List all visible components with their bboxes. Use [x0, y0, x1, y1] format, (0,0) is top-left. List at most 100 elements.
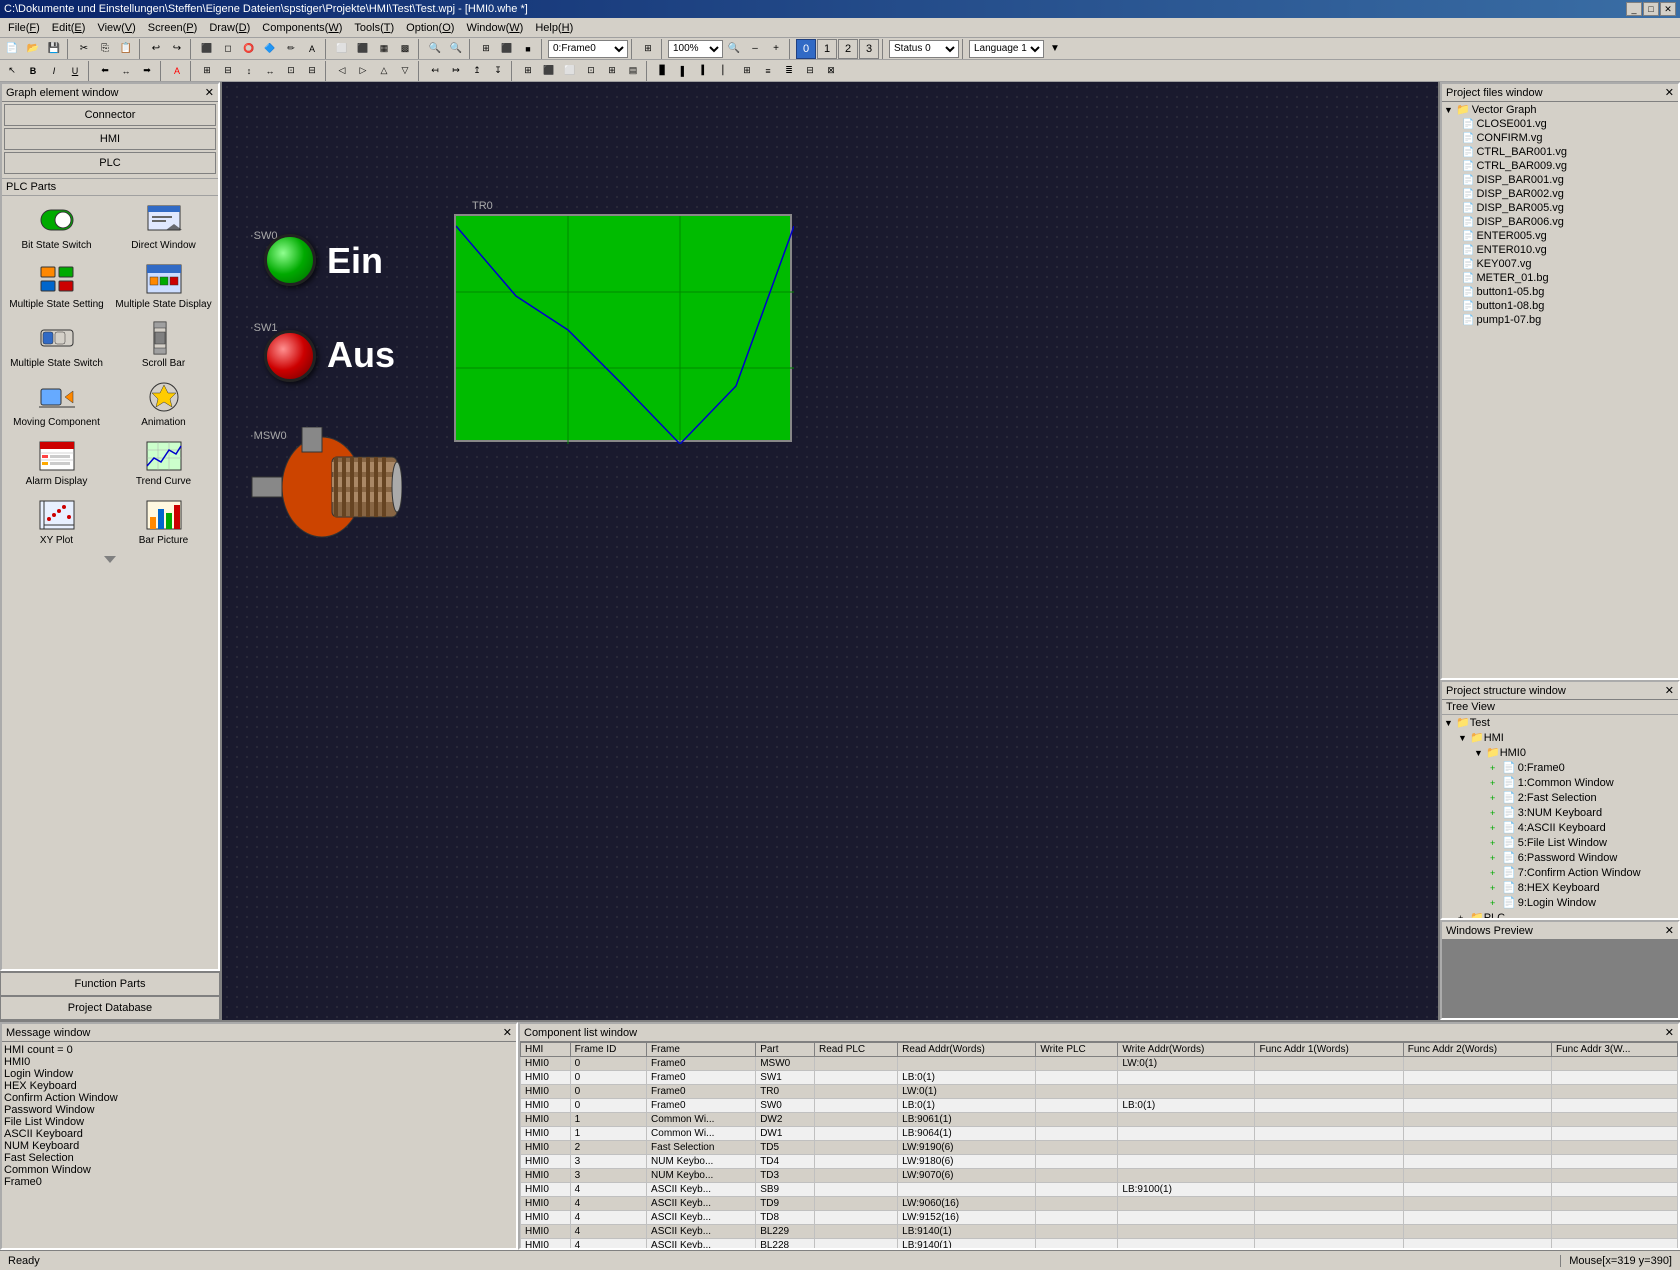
file-item[interactable]: 📄CLOSE001.vg	[1442, 117, 1678, 131]
tb2-b2[interactable]: ⊟	[218, 61, 238, 81]
tb2-f7[interactable]: ≣	[779, 61, 799, 81]
zoom-plus[interactable]: +	[766, 39, 786, 59]
tb2-b4[interactable]: ↔	[260, 61, 280, 81]
table-row[interactable]: HMI02Fast SelectionTD5LW:9190(6)	[521, 1141, 1678, 1155]
zoom-in-btn[interactable]: 🔍	[425, 39, 445, 59]
close-graph-btn[interactable]: ✕	[205, 86, 214, 99]
tree-hmi0[interactable]: ▼ 📁 HMI0	[1442, 745, 1678, 760]
language-select[interactable]: Language 1	[969, 40, 1044, 58]
tb2-d1[interactable]: ↤	[425, 61, 445, 81]
tree-root-vector-graph[interactable]: ▼ 📁 Vector Graph	[1442, 102, 1678, 117]
table-row[interactable]: HMI04ASCII Keyb...SB9LB:9100(1)	[521, 1183, 1678, 1197]
message-scroll[interactable]: HMI count = 0HMI0Login WindowHEX Keyboar…	[2, 1042, 516, 1248]
tb1-btn4[interactable]: 🔷	[260, 39, 280, 59]
file-item[interactable]: 📄CONFIRM.vg	[1442, 131, 1678, 145]
green-button[interactable]	[264, 234, 316, 286]
menu-tools[interactable]: Tools(T)	[348, 20, 400, 36]
bar-picture-item[interactable]: Bar Picture	[111, 493, 216, 550]
zoom-out-btn[interactable]: 🔍	[446, 39, 466, 59]
direct-window-item[interactable]: Direct Window	[111, 198, 216, 255]
tb2-d4[interactable]: ↧	[488, 61, 508, 81]
page-1-btn[interactable]: 1	[817, 39, 837, 59]
maximize-btn[interactable]: □	[1643, 2, 1659, 16]
tb1-btn5[interactable]: ✏	[281, 39, 301, 59]
alarm-display-item[interactable]: Alarm Display	[4, 434, 109, 491]
tb2-btn3[interactable]: I	[44, 61, 64, 81]
tb2-c2[interactable]: ▷	[353, 61, 373, 81]
tb2-b5[interactable]: ⊡	[281, 61, 301, 81]
file-item[interactable]: 📄DISP_BAR006.vg	[1442, 215, 1678, 229]
tb1-btn9[interactable]: ▦	[374, 39, 394, 59]
tree-test[interactable]: ▼ 📁 Test	[1442, 715, 1678, 730]
tb2-e2[interactable]: ⬛	[539, 61, 559, 81]
connector-btn[interactable]: Connector	[4, 104, 216, 126]
tb2-c1[interactable]: ◁	[332, 61, 352, 81]
tb1-btn3[interactable]: ⭕	[239, 39, 259, 59]
file-item[interactable]: 📄ENTER005.vg	[1442, 229, 1678, 243]
trend-chart[interactable]	[454, 214, 792, 442]
menu-components[interactable]: Components(W)	[256, 20, 348, 36]
file-item[interactable]: 📄METER_01.bg	[1442, 271, 1678, 285]
tb2-btn2[interactable]: B	[23, 61, 43, 81]
tree-plc[interactable]: + 📁 PLC	[1442, 910, 1678, 918]
table-row[interactable]: HMI01Common Wi...DW2LB:9061(1)	[521, 1113, 1678, 1127]
multiple-state-setting-item[interactable]: Multiple State Setting	[4, 257, 109, 314]
zoom-minus[interactable]: –	[745, 39, 765, 59]
tree-page-item[interactable]: +📄7:Confirm Action Window	[1442, 865, 1678, 880]
table-row[interactable]: HMI00Frame0SW0LB:0(1)LB:0(1)	[521, 1099, 1678, 1113]
table-row[interactable]: HMI04ASCII Keyb...TD9LW:9060(16)	[521, 1197, 1678, 1211]
tb1-btn6[interactable]: A	[302, 39, 322, 59]
align-left[interactable]: ⬅	[95, 61, 115, 81]
file-item[interactable]: 📄DISP_BAR005.vg	[1442, 201, 1678, 215]
tree-hmi[interactable]: ▼ 📁 HMI	[1442, 730, 1678, 745]
tb2-btn4[interactable]: U	[65, 61, 85, 81]
tree-page-item[interactable]: +📄3:NUM Keyboard	[1442, 805, 1678, 820]
zoom-glass[interactable]: 🔍	[724, 39, 744, 59]
status-select[interactable]: Status 0	[889, 40, 959, 58]
table-row[interactable]: HMI00Frame0SW1LB:0(1)	[521, 1071, 1678, 1085]
tb2-d2[interactable]: ↦	[446, 61, 466, 81]
scroll-bar-item[interactable]: Scroll Bar	[111, 316, 216, 373]
new-btn[interactable]: 📄	[2, 39, 22, 59]
lang-nav[interactable]: ▼	[1045, 39, 1065, 59]
tb1-grid[interactable]: ⊞	[638, 39, 658, 59]
table-row[interactable]: HMI00Frame0MSW0LW:0(1)	[521, 1057, 1678, 1071]
tb2-btn1[interactable]: ↖	[2, 61, 22, 81]
table-row[interactable]: HMI04ASCII Keyb...BL228LB:9140(1)	[521, 1239, 1678, 1249]
copy-btn[interactable]: ⎘	[95, 39, 115, 59]
project-files-scroll[interactable]: ▼ 📁 Vector Graph 📄CLOSE001.vg📄CONFIRM.vg…	[1442, 102, 1678, 678]
menu-file[interactable]: File(F)	[2, 20, 46, 36]
close-message-btn[interactable]: ✕	[503, 1026, 512, 1039]
file-item[interactable]: 📄CTRL_BAR001.vg	[1442, 145, 1678, 159]
tb1-btn10[interactable]: ▩	[395, 39, 415, 59]
function-parts-btn[interactable]: Function Parts	[0, 972, 220, 996]
tb1-btn2[interactable]: ◻	[218, 39, 238, 59]
tree-page-item[interactable]: +📄4:ASCII Keyboard	[1442, 820, 1678, 835]
tb1-extra[interactable]: ⊞	[476, 39, 496, 59]
close-component-btn[interactable]: ✕	[1665, 1026, 1674, 1039]
multiple-state-display-item[interactable]: Multiple State Display	[111, 257, 216, 314]
file-item[interactable]: 📄ENTER010.vg	[1442, 243, 1678, 257]
canvas-background[interactable]: ·SW0 ·SW1 ·MSW0 TR0 Ein Aus	[222, 82, 1438, 1020]
menu-window[interactable]: Window(W)	[460, 20, 529, 36]
tb2-f4[interactable]: ▏	[716, 61, 736, 81]
menu-draw[interactable]: Draw(D)	[203, 20, 256, 36]
motor-image[interactable]	[242, 427, 402, 547]
tb1-btn7[interactable]: ⬜	[332, 39, 352, 59]
tree-page-item[interactable]: +📄8:HEX Keyboard	[1442, 880, 1678, 895]
tb2-e6[interactable]: ▤	[623, 61, 643, 81]
tb2-f6[interactable]: ≡	[758, 61, 778, 81]
tree-page-item[interactable]: +📄6:Password Window	[1442, 850, 1678, 865]
file-item[interactable]: 📄pump1-07.bg	[1442, 313, 1678, 327]
tb2-f5[interactable]: ⊞	[737, 61, 757, 81]
minimize-btn[interactable]: _	[1626, 2, 1642, 16]
plc-btn[interactable]: PLC	[4, 152, 216, 174]
bit-state-switch-item[interactable]: Bit State Switch	[4, 198, 109, 255]
menu-screen[interactable]: Screen(P)	[142, 20, 204, 36]
save-btn[interactable]: 💾	[44, 39, 64, 59]
moving-component-item[interactable]: Moving Component	[4, 375, 109, 432]
tb2-b1[interactable]: ⊞	[197, 61, 217, 81]
table-row[interactable]: HMI00Frame0TR0LW:0(1)	[521, 1085, 1678, 1099]
graph-element-scroll[interactable]: Connector HMI PLC PLC Parts	[2, 102, 218, 969]
file-item[interactable]: 📄DISP_BAR002.vg	[1442, 187, 1678, 201]
